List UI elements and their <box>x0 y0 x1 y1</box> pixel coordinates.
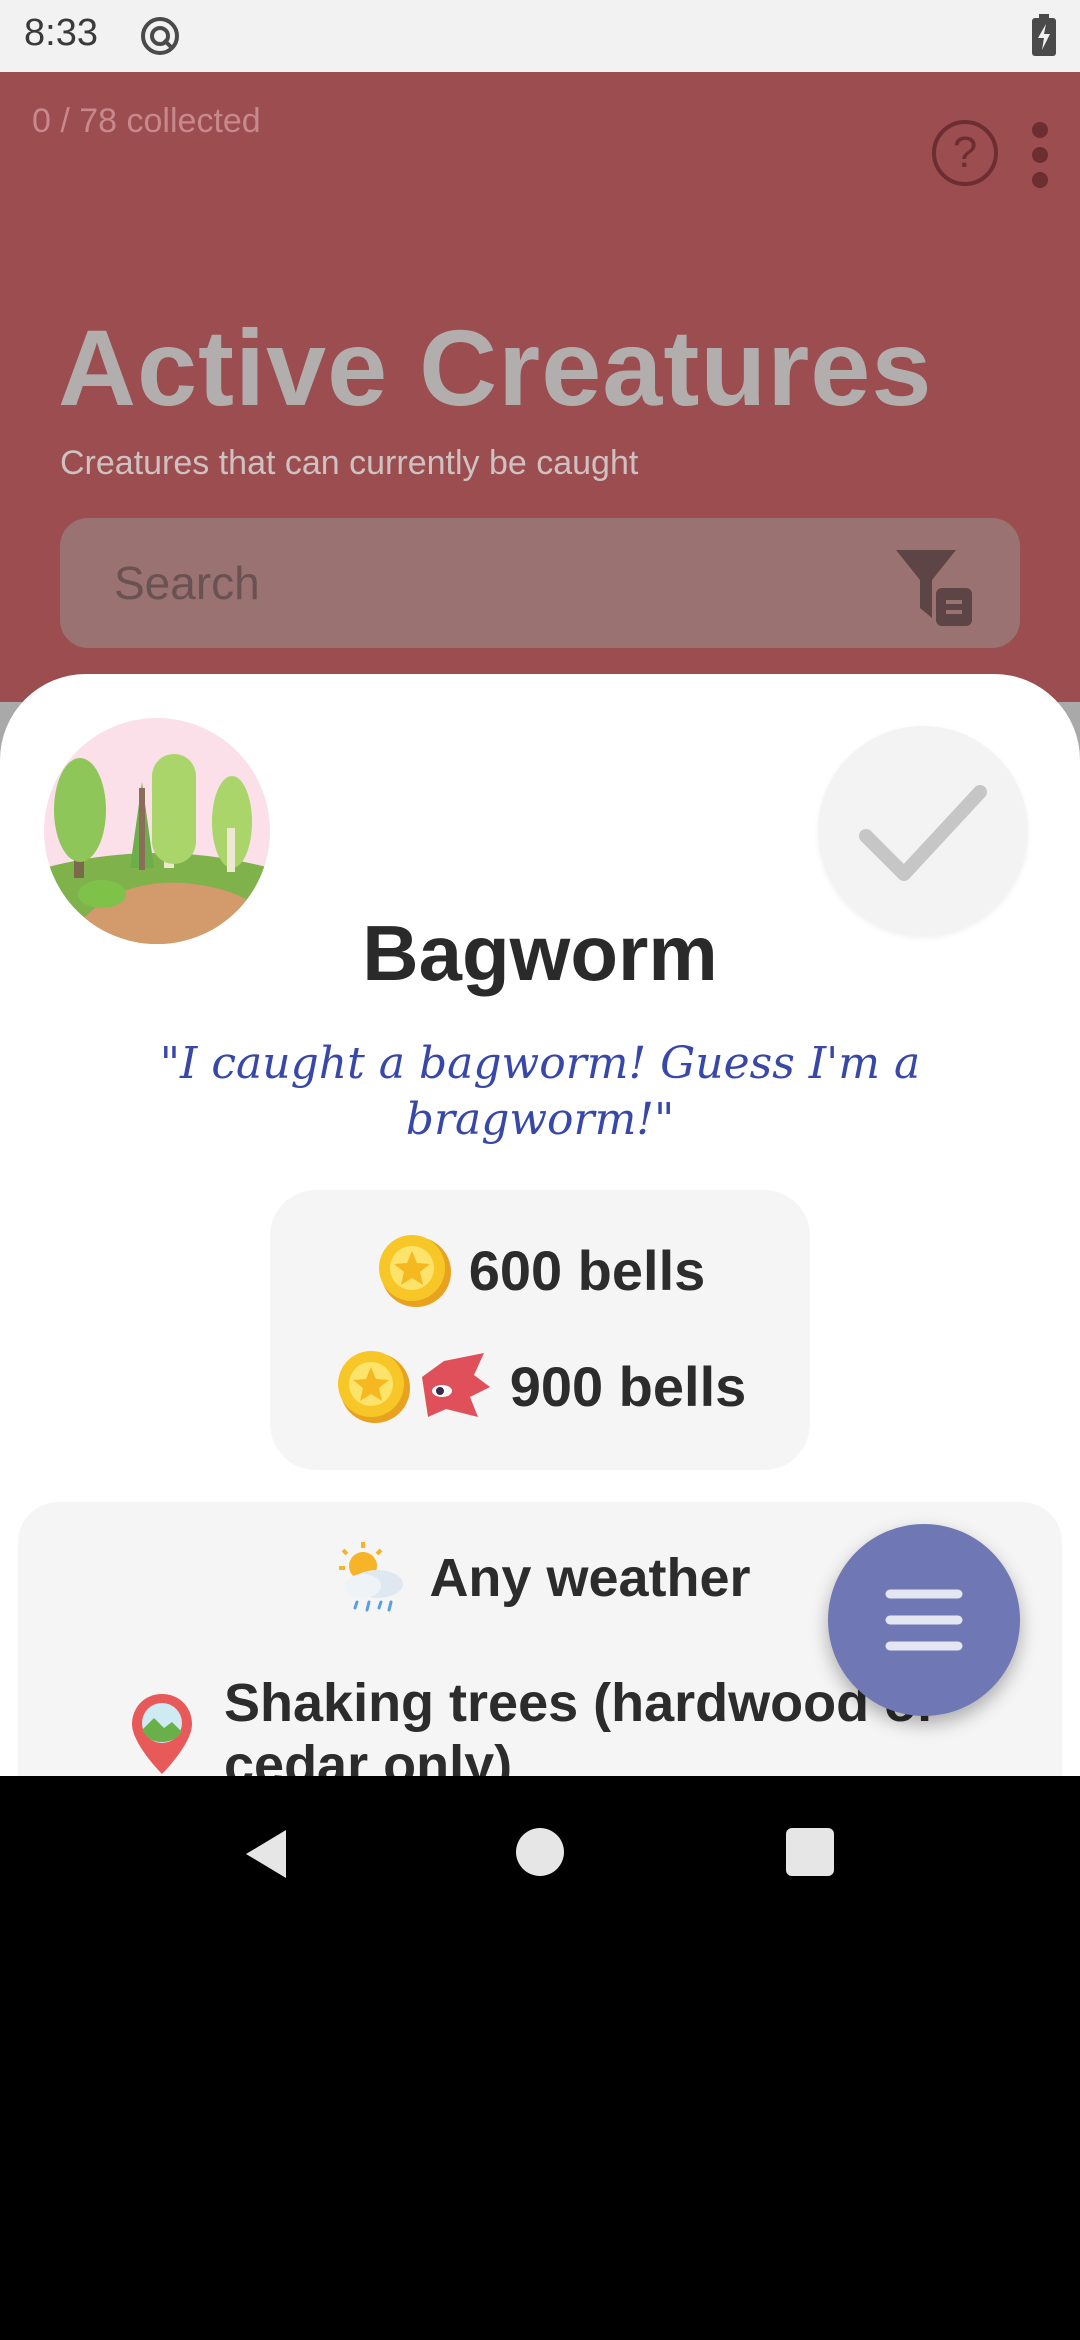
location-pin-icon <box>132 1694 192 1774</box>
bell-coin-icon <box>378 1235 451 1307</box>
help-button[interactable]: ? <box>932 120 998 186</box>
price-box: 600 bells 900 bells <box>270 1190 810 1470</box>
help-icon: ? <box>952 128 978 177</box>
collected-count: 0 / 78 collected <box>32 102 261 140</box>
navigation-bar <box>0 1776 1080 2340</box>
filter-icon[interactable] <box>896 548 980 628</box>
status-time: 8:33 <box>24 12 98 54</box>
battery-charging-icon <box>1032 14 1056 56</box>
check-icon <box>859 785 987 881</box>
home-button[interactable] <box>516 1828 564 1876</box>
price-label: 600 bells <box>468 1238 706 1302</box>
weather-label: Any weather <box>429 1548 751 1608</box>
recents-button[interactable] <box>786 1828 834 1876</box>
page-subtitle: Creatures that can currently be caught <box>60 444 639 482</box>
menu-icon <box>885 1589 963 1651</box>
mark-caught-button[interactable] <box>818 726 1028 936</box>
price-row: 900 bells <box>270 1344 810 1428</box>
search-placeholder: Search <box>114 557 260 609</box>
weather-icon <box>339 1542 404 1612</box>
price-label: 900 bells <box>509 1354 747 1418</box>
menu-fab-button[interactable] <box>828 1524 1020 1716</box>
creature-quote: "I caught a bagworm! Guess I'm a bragwor… <box>159 1038 921 1145</box>
creature-name: Bagworm <box>362 909 718 997</box>
price-row: 600 bells <box>270 1228 810 1312</box>
status-bar: 8:33 <box>0 0 1080 72</box>
search-input[interactable]: Search <box>60 518 1020 648</box>
back-icon[interactable] <box>240 1826 296 1882</box>
sync-icon <box>141 17 179 55</box>
more-options-icon[interactable] <box>1024 120 1056 190</box>
flick-coin-icon <box>337 1351 490 1423</box>
page-title: Active Creatures <box>58 307 933 428</box>
